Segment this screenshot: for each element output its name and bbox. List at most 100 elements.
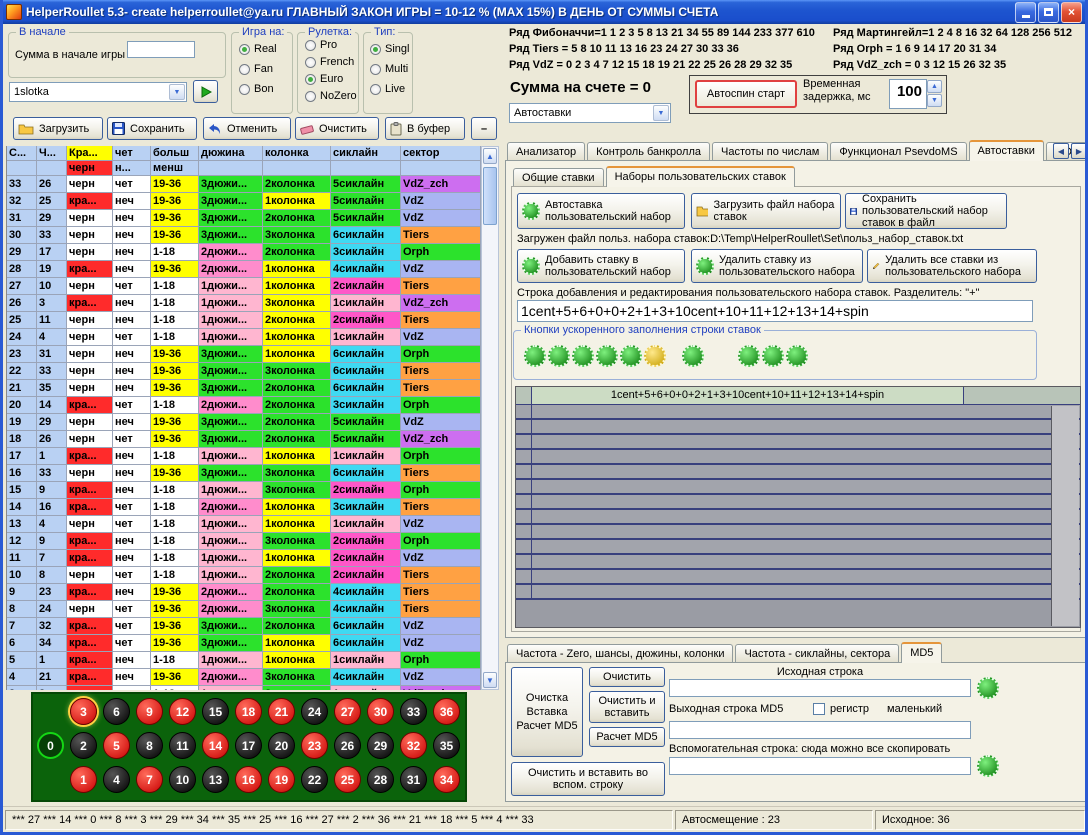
table-row[interactable]: 2233черннеч19-363дюжи...3колонка6сиклайн…	[7, 363, 481, 380]
md5-output-input[interactable]	[669, 721, 971, 739]
autobets-combobox[interactable]: Автоставки ▼	[509, 103, 671, 123]
column-header[interactable]	[263, 161, 331, 176]
add-bet-button[interactable]: Добавить ставку в пользовательский набор	[517, 249, 685, 283]
table-row[interactable]: 263кра...неч1-181дюжи...3колонка1сиклайн…	[7, 295, 481, 312]
radio-nozero[interactable]: NoZero	[305, 90, 357, 102]
spinner-down-icon[interactable]: ▼	[927, 94, 942, 107]
delay-spinner-value[interactable]: 100	[889, 79, 927, 109]
roulette-number-33[interactable]: 33	[400, 698, 427, 725]
subtab-user-bet-sets[interactable]: Наборы пользовательских ставок	[606, 166, 795, 187]
quick-chip-4[interactable]	[596, 345, 618, 367]
roulette-number-4[interactable]: 4	[103, 766, 130, 793]
roulette-number-9[interactable]: 9	[136, 698, 163, 725]
table-row[interactable]: 1633черннеч19-363дюжи...3колонка6сиклайн…	[7, 465, 481, 482]
table-row[interactable]: 134чернчет1-181дюжи...1колонка1сиклайнVd…	[7, 516, 481, 533]
autobet-user-set-button[interactable]: Автоставка пользовательский набор	[517, 193, 685, 229]
list-item[interactable]	[516, 555, 1080, 570]
table-row[interactable]: 923кра...неч19-362дюжи...2колонка4сиклай…	[7, 584, 481, 601]
roulette-number-22[interactable]: 22	[301, 766, 328, 793]
delete-all-bets-button[interactable]: Удалить все ставки из пользовательского …	[867, 249, 1037, 283]
radio-bon[interactable]: Bon	[239, 83, 274, 95]
table-row[interactable]: 117кра...неч1-181дюжи...1колонка2сиклайн…	[7, 550, 481, 567]
roulette-number-10[interactable]: 10	[169, 766, 196, 793]
chevron-down-icon[interactable]: ▼	[653, 105, 669, 121]
quick-chip-2[interactable]	[548, 345, 570, 367]
list-item[interactable]	[516, 465, 1080, 480]
column-header[interactable]	[199, 161, 263, 176]
spinner-up-icon[interactable]: ▲	[927, 80, 942, 93]
radio-multi[interactable]: Multi	[370, 63, 408, 75]
roulette-number-19[interactable]: 19	[268, 766, 295, 793]
roulette-number-28[interactable]: 28	[367, 766, 394, 793]
tab-psevdoms[interactable]: Функционал PsevdoMS	[830, 142, 966, 161]
table-row[interactable]: 1929черннеч19-363дюжи...2колонка5сиклайн…	[7, 414, 481, 431]
radio-live[interactable]: Live	[370, 83, 405, 95]
subtab-common-bets[interactable]: Общие ставки	[513, 168, 604, 187]
column-header[interactable]	[331, 161, 401, 176]
column-header[interactable]: Кра...	[67, 146, 113, 161]
close-button[interactable]: ×	[1061, 2, 1082, 23]
list-item[interactable]	[516, 495, 1080, 510]
quick-chip-7[interactable]	[682, 345, 704, 367]
scrollbar-thumb[interactable]	[483, 167, 497, 225]
table-row[interactable]: 2819кра...неч19-362дюжи...1колонка4сикла…	[7, 261, 481, 278]
save-button[interactable]: Сохранить	[107, 117, 197, 140]
roulette-number-35[interactable]: 35	[433, 732, 460, 759]
roulette-number-5[interactable]: 5	[103, 732, 130, 759]
md5-helper-chip-button[interactable]	[977, 755, 999, 777]
list-item[interactable]	[516, 540, 1080, 555]
roulette-number-31[interactable]: 31	[400, 766, 427, 793]
table-row[interactable]: 129кра...неч1-181дюжи...3колонка2сиклайн…	[7, 533, 481, 550]
radio-singl[interactable]: Singl	[370, 43, 409, 55]
list-item[interactable]	[516, 450, 1080, 465]
register-checkbox[interactable]	[813, 703, 825, 715]
play-button[interactable]	[193, 80, 218, 103]
list-item[interactable]	[516, 585, 1080, 600]
load-bet-set-button[interactable]: Загрузить файл набора ставок	[691, 193, 841, 229]
save-bet-set-button[interactable]: Сохранить пользовательский набор ставок …	[845, 193, 1007, 229]
table-row[interactable]: 2135черннеч19-363дюжи...2колонка6сиклайн…	[7, 380, 481, 397]
md5-clear-paste-calc-button[interactable]: Очистка Вставка Расчет MD5	[511, 667, 583, 757]
tab-autobets[interactable]: Автоставки	[969, 140, 1044, 161]
table-row[interactable]: 159кра...неч1-181дюжи...3колонка2сиклайн…	[7, 482, 481, 499]
radio-pro[interactable]: Pro	[305, 39, 337, 51]
md5-source-input[interactable]	[669, 679, 971, 697]
minus-button[interactable]: –	[471, 117, 497, 140]
roulette-number-30[interactable]: 30	[367, 698, 394, 725]
table-row[interactable]: 3129черннеч19-363дюжи...2колонка5сиклайн…	[7, 210, 481, 227]
column-header[interactable]: С...	[7, 146, 37, 161]
table-row[interactable]: 634кра...чет19-363дюжи...1колонка6сиклай…	[7, 635, 481, 652]
table-row[interactable]: 2014кра...чет1-182дюжи...2колонка3сиклай…	[7, 397, 481, 414]
column-header[interactable]: сиклайн	[331, 146, 401, 161]
quick-chip-1[interactable]	[524, 345, 546, 367]
roulette-number-2[interactable]: 2	[70, 732, 97, 759]
column-header[interactable]: сектор	[401, 146, 481, 161]
start-sum-input[interactable]	[127, 41, 195, 58]
md5-helper-input[interactable]	[669, 757, 971, 775]
roulette-number-26[interactable]: 26	[334, 732, 361, 759]
roulette-number-32[interactable]: 32	[400, 732, 427, 759]
radio-french[interactable]: French	[305, 56, 354, 68]
tab-scroll-right-icon[interactable]: ▶	[1071, 143, 1087, 159]
roulette-number-13[interactable]: 13	[202, 766, 229, 793]
quick-chip-8[interactable]	[738, 345, 760, 367]
roulette-number-0[interactable]: 0	[37, 732, 64, 759]
table-row[interactable]: 171кра...неч1-181дюжи...1колонка1сиклайн…	[7, 448, 481, 465]
table-row[interactable]: 824чернчет19-362дюжи...3колонка4сиклайнT…	[7, 601, 481, 618]
list-item[interactable]	[516, 420, 1080, 435]
md5-clear-paste-helper-button[interactable]: Очистить и вставить во вспом. строку	[511, 762, 665, 796]
quick-chip-9[interactable]	[762, 345, 784, 367]
bet-string-input[interactable]	[517, 300, 1033, 322]
roulette-number-3[interactable]: 3	[70, 698, 97, 725]
roulette-number-12[interactable]: 12	[169, 698, 196, 725]
quick-chip-6[interactable]	[644, 345, 666, 367]
roulette-number-23[interactable]: 23	[301, 732, 328, 759]
roulette-number-36[interactable]: 36	[433, 698, 460, 725]
roulette-number-14[interactable]: 14	[202, 732, 229, 759]
table-row[interactable]: 32кра...неч1-181дюжи...2колонка1сиклайнV…	[7, 686, 481, 690]
quick-chip-3[interactable]	[572, 345, 594, 367]
roulette-number-7[interactable]: 7	[136, 766, 163, 793]
load-button[interactable]: Загрузить	[13, 117, 103, 140]
column-header[interactable]: дюжина	[199, 146, 263, 161]
scroll-up-icon[interactable]: ▲	[483, 148, 497, 164]
